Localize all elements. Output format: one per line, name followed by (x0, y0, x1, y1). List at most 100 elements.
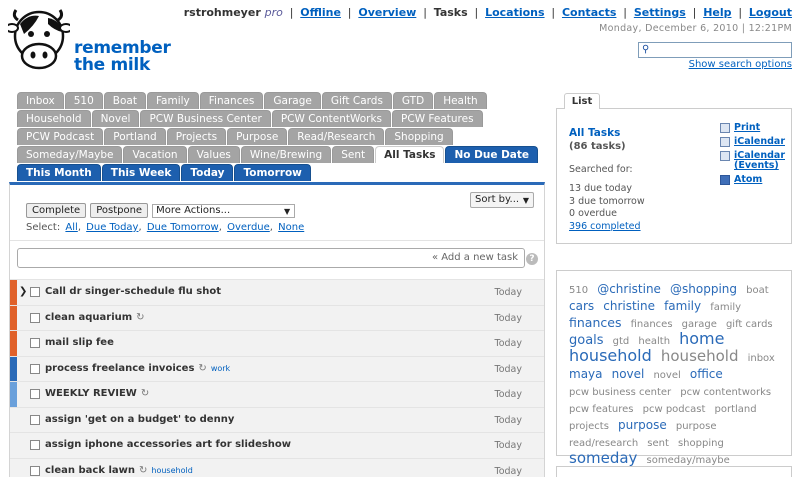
task-row[interactable]: WEEKLY REVIEW ↻ Today (10, 381, 544, 407)
print-link[interactable]: Print (734, 122, 760, 133)
tab-projects[interactable]: Projects (166, 128, 227, 145)
tag-cloud-item[interactable]: family (664, 299, 701, 313)
tag-cloud-item[interactable]: maya (569, 367, 603, 381)
tab-gtd[interactable]: GTD (392, 92, 434, 109)
tag-cloud-item[interactable]: projects (569, 421, 609, 432)
tab-no-due-date[interactable]: No Due Date (445, 146, 539, 163)
select-none-link[interactable]: None (278, 222, 304, 233)
tag-cloud-item[interactable]: household (661, 347, 739, 365)
task-checkbox[interactable] (30, 287, 40, 297)
logo[interactable]: remember the milk (5, 6, 171, 76)
tab-portland[interactable]: Portland (104, 128, 166, 145)
search-input[interactable] (653, 43, 789, 57)
postpone-button[interactable]: Postpone (90, 203, 149, 218)
task-checkbox[interactable] (30, 363, 40, 374)
tag-cloud-item[interactable]: household (569, 346, 652, 365)
tag-cloud-item[interactable]: pcw podcast (643, 404, 706, 415)
atom-link[interactable]: Atom (734, 174, 762, 185)
tab-shopping[interactable]: Shopping (385, 128, 453, 145)
tag-cloud-item[interactable]: someday (569, 449, 637, 467)
tag-cloud-item[interactable]: family (710, 302, 741, 313)
tag-cloud-item[interactable]: home (679, 329, 724, 348)
tag-cloud-item[interactable]: christine (603, 299, 655, 313)
nav-contacts[interactable]: Contacts (562, 6, 616, 19)
tag-cloud-item[interactable]: @shopping (670, 282, 737, 296)
tab-510[interactable]: 510 (64, 92, 103, 109)
task-checkbox[interactable] (30, 389, 40, 399)
search-box[interactable]: ⚲ (638, 42, 792, 58)
tab-values[interactable]: Values (187, 146, 240, 163)
completed-link[interactable]: 396 completed (569, 221, 641, 232)
complete-button[interactable]: Complete (26, 203, 87, 218)
task-name[interactable]: mail slip fee (45, 337, 114, 348)
tab-someday-maybe[interactable]: Someday/Maybe (17, 146, 123, 163)
tag-cloud-item[interactable]: boat (746, 285, 769, 296)
tag-cloud-item[interactable]: pcw features (569, 404, 634, 415)
tag-cloud-item[interactable]: inbox (748, 353, 775, 364)
tab-read-research[interactable]: Read/Research (288, 128, 385, 145)
tag-cloud-item[interactable]: finances (569, 315, 621, 330)
nav-settings[interactable]: Settings (634, 6, 686, 19)
task-name[interactable]: process freelance invoices ↻ work (45, 363, 230, 374)
tab-this-week[interactable]: This Week (101, 164, 181, 181)
task-row[interactable]: clean back lawn ↻ household Today (10, 457, 544, 477)
tab-pcw-contentworks[interactable]: PCW ContentWorks (271, 110, 392, 127)
tag-cloud-item[interactable]: portland (715, 404, 757, 415)
tab-tomorrow[interactable]: Tomorrow (234, 164, 311, 181)
nav-overview[interactable]: Overview (358, 6, 416, 19)
nav-locations[interactable]: Locations (485, 6, 544, 19)
tag-cloud-item[interactable]: finances (631, 319, 673, 330)
tag-cloud-item[interactable]: purpose (676, 421, 717, 432)
nav-tasks[interactable]: Tasks (434, 6, 468, 19)
task-row[interactable]: assign 'get on a budget' to denny Today (10, 406, 544, 432)
task-checkbox[interactable] (30, 440, 40, 450)
tag-cloud-item[interactable]: 510 (569, 285, 588, 296)
tab-pcw-business-center[interactable]: PCW Business Center (140, 110, 271, 127)
task-name[interactable]: clean aquarium ↻ (45, 312, 145, 323)
list-tab[interactable]: List (564, 93, 600, 109)
tab-wine-brewing[interactable]: Wine/Brewing (240, 146, 332, 163)
task-checkbox[interactable] (30, 465, 40, 476)
tab-garage[interactable]: Garage (264, 92, 321, 109)
nav-offline[interactable]: Offline (300, 6, 341, 19)
task-tag[interactable]: work (211, 364, 230, 373)
tag-cloud-item[interactable]: cars (569, 299, 594, 313)
tab-sent[interactable]: Sent (332, 146, 375, 163)
help-icon[interactable]: ? (526, 253, 538, 265)
tag-cloud-item[interactable]: office (690, 367, 723, 381)
task-row[interactable]: clean aquarium ↻ Today (10, 304, 544, 330)
tag-cloud-item[interactable]: gift cards (726, 319, 773, 330)
select-due-tomorrow-link[interactable]: Due Tomorrow (147, 222, 219, 233)
tab-family[interactable]: Family (146, 92, 199, 109)
tab-boat[interactable]: Boat (103, 92, 146, 109)
select-due-today-link[interactable]: Due Today (86, 222, 138, 233)
tab-novel[interactable]: Novel (91, 110, 140, 127)
tag-cloud-item[interactable]: pcw business center (569, 387, 671, 398)
icalendar-link[interactable]: iCalendar (734, 136, 785, 147)
task-row[interactable]: ❯ Call dr singer-schedule flu shot Today (10, 279, 544, 305)
task-row[interactable]: assign iphone accessories art for slides… (10, 432, 544, 458)
tab-pcw-features[interactable]: PCW Features (392, 110, 483, 127)
task-tag[interactable]: household (151, 466, 192, 475)
task-name[interactable]: WEEKLY REVIEW ↻ (45, 388, 149, 399)
tag-cloud-item[interactable]: pcw contentworks (680, 387, 771, 398)
select-overdue-link[interactable]: Overdue (227, 222, 270, 233)
task-checkbox[interactable] (30, 338, 40, 348)
tag-cloud-item[interactable]: @christine (597, 282, 661, 296)
task-checkbox[interactable] (30, 312, 40, 323)
tab-inbox[interactable]: Inbox (17, 92, 64, 109)
tab-vacation[interactable]: Vacation (123, 146, 187, 163)
tab-all-tasks[interactable]: All Tasks (375, 146, 445, 163)
tab-this-month[interactable]: This Month (17, 164, 101, 181)
sort-by-select[interactable]: Sort by... ▼ (470, 192, 534, 208)
select-all-link[interactable]: All (65, 222, 77, 233)
icalendar-events-link[interactable]: iCalendar (Events) (734, 150, 785, 171)
tab-pcw-podcast[interactable]: PCW Podcast (17, 128, 104, 145)
tab-today[interactable]: Today (181, 164, 234, 181)
tab-gift-cards[interactable]: Gift Cards (321, 92, 392, 109)
task-name[interactable]: Call dr singer-schedule flu shot (45, 286, 221, 297)
task-name[interactable]: clean back lawn ↻ household (45, 465, 193, 476)
task-name[interactable]: assign 'get on a budget' to denny (45, 414, 234, 425)
tab-finances[interactable]: Finances (199, 92, 264, 109)
nav-help[interactable]: Help (703, 6, 731, 19)
